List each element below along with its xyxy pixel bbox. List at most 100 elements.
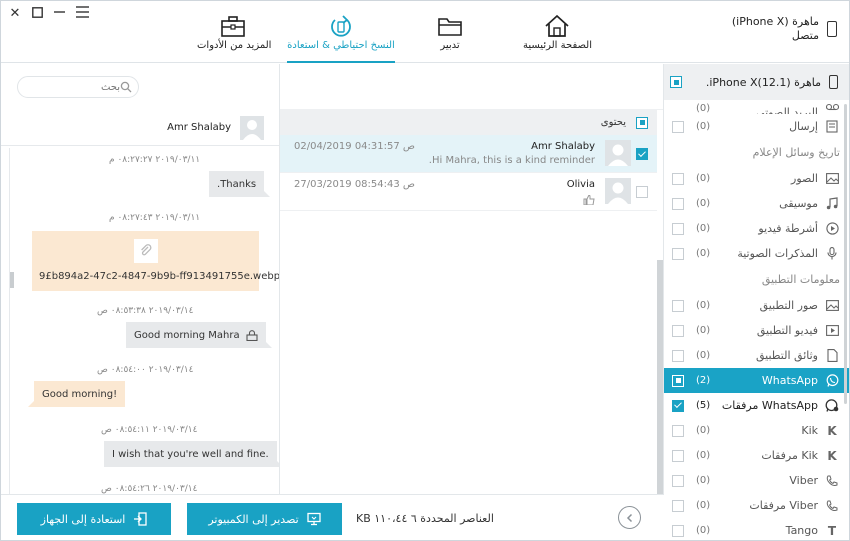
nav-home-label: الصفحة الرئيسية xyxy=(523,40,592,51)
nav-more-tools-label: المزيد من الأدوات xyxy=(197,40,272,51)
minimize-icon[interactable] xyxy=(51,6,67,22)
sidebar-item-app-photos[interactable]: صور التطبيق (0) xyxy=(664,293,849,318)
message-bubble-incoming: Thanks. xyxy=(209,171,271,197)
search-input[interactable] xyxy=(26,77,120,97)
kik-icon: K xyxy=(827,448,837,463)
avatar xyxy=(605,140,631,166)
export-to-computer-button[interactable]: تصدير إلى الكمبيوتر xyxy=(187,503,342,535)
sidebar-item-label: Viber xyxy=(789,474,818,487)
sidebar-item-checkbox[interactable] xyxy=(672,349,684,362)
chat-scrollbar[interactable] xyxy=(10,272,14,288)
sidebar-item-count: (0) xyxy=(696,450,711,461)
top-toolbar: ✕ المزيد من الأدوات النسخ احتياطي & استع… xyxy=(1,1,849,63)
viber-icon xyxy=(824,473,840,489)
conversation-checkbox[interactable] xyxy=(636,148,648,160)
select-all-checkbox[interactable] xyxy=(636,116,648,129)
sidebar-scrollbar[interactable] xyxy=(844,104,847,404)
conversation-item[interactable]: Olivia 27/03/2019 08:54:43 ص xyxy=(280,173,657,211)
sidebar-item-checkbox[interactable] xyxy=(672,374,684,387)
sidebar-item-label: الصور xyxy=(791,172,818,185)
sidebar-item-checkbox[interactable] xyxy=(672,499,684,512)
phone-icon xyxy=(829,75,838,89)
message-timestamp: ٢٠١٩/٠٣/١١ ٠٨:٢٧:٤٣ م xyxy=(109,213,201,223)
restore-to-device-button[interactable]: استعادة إلى الجهاز xyxy=(17,503,171,535)
sidebar-item-videos[interactable]: أشرطة فيديو (0) xyxy=(664,216,849,241)
app-window: ✕ المزيد من الأدوات النسخ احتياطي & استع… xyxy=(0,0,850,541)
sidebar-item-viber[interactable]: Viber (0) xyxy=(664,468,849,493)
sidebar-item-count: (0) xyxy=(696,350,711,361)
message-attachment[interactable]: 9£b894a2-47c2-4847-9b9b-ff913491755e.web… xyxy=(32,231,279,291)
sidebar-item-checkbox[interactable] xyxy=(672,449,684,462)
menu-icon[interactable] xyxy=(74,6,90,22)
nav-more-tools[interactable]: المزيد من الأدوات xyxy=(197,1,272,63)
sidebar-item-checkbox[interactable] xyxy=(672,399,684,412)
conversation-name: Amr Shalaby xyxy=(531,141,595,152)
chat-header: Amr Shalaby xyxy=(1,110,279,146)
avatar xyxy=(605,178,631,204)
sidebar-item-checkbox[interactable] xyxy=(672,247,684,260)
sidebar-item-label: البريد الصوتي xyxy=(756,106,818,114)
sidebar-item-checkbox[interactable] xyxy=(672,197,684,210)
sidebar-item-voicemail[interactable]: البريد الصوتي (0) xyxy=(664,100,849,114)
message-text: I wish that you're well and fine. xyxy=(112,448,269,460)
close-icon[interactable]: ✕ xyxy=(7,6,23,22)
sidebar-item-checkbox[interactable] xyxy=(672,424,684,437)
selection-summary: العناصر المحددة ٦ ١١٠،٤٤ KB xyxy=(356,512,494,525)
sidebar-item-photos[interactable]: الصور (0) xyxy=(664,166,849,191)
sidebar-item-voice-memos[interactable]: المذكرات الصوتية (0) xyxy=(664,241,849,266)
nav-manage[interactable]: تدبير xyxy=(431,1,469,63)
sidebar-item-whatsapp-attachments[interactable]: WhatsApp مرفقات (5) xyxy=(664,393,849,418)
back-button[interactable] xyxy=(618,506,641,529)
nav-backup-restore[interactable]: النسخ احتياطي & استعادة xyxy=(287,1,395,63)
sidebar-item-checkbox[interactable] xyxy=(672,474,684,487)
sidebar-item-checkbox[interactable] xyxy=(672,172,684,185)
conversation-item[interactable]: Amr Shalaby Hi Mahra, this is a kind rem… xyxy=(280,135,657,173)
sidebar-item-checkbox[interactable] xyxy=(672,299,684,312)
sidebar-item-checkbox[interactable] xyxy=(672,222,684,235)
sidebar-item-music[interactable]: موسيقى (0) xyxy=(664,191,849,216)
maximize-icon[interactable] xyxy=(29,6,45,22)
sidebar-item-app-documents[interactable]: وثائق التطبيق (0) xyxy=(664,343,849,368)
conversation-list: يحتوى Amr Shalaby Hi Mahra, this is a ki… xyxy=(280,64,664,494)
sidebar-item-count: (0) xyxy=(696,223,711,234)
device-checkbox[interactable] xyxy=(670,76,682,88)
conversation-time: 02/04/2019 04:31:57 ص xyxy=(294,141,415,152)
message-bubble-outgoing: Good morning! xyxy=(27,381,126,407)
sidebar-item-tango[interactable]: T Tango (0) xyxy=(664,518,849,540)
conversation-preview: Hi Mahra, this is a kind reminder. xyxy=(428,155,595,166)
sidebar-item-count: (0) xyxy=(696,121,711,132)
sidebar-item-label: Tango xyxy=(785,524,818,537)
sidebar-item-viber-attachments[interactable]: Viber مرفقات (0) xyxy=(664,493,849,518)
microphone-icon xyxy=(824,246,840,262)
category-sidebar: ماهرة (iPhone X(12.1. البريد الصوتي (0) … xyxy=(663,64,849,540)
sidebar-item-checkbox[interactable] xyxy=(672,324,684,337)
search-box[interactable] xyxy=(17,76,139,98)
photo-icon xyxy=(824,171,840,187)
toolbox-icon xyxy=(221,16,245,37)
sidebar-item-label: Kik مرفقات xyxy=(761,449,818,462)
conversation-name: Olivia xyxy=(566,179,595,190)
conversation-checkbox[interactable] xyxy=(636,186,648,198)
chat-contact-name: Amr Shalaby xyxy=(167,122,231,133)
sidebar-item-count: (0) xyxy=(696,300,711,311)
sidebar-item-kik[interactable]: K Kik (0) xyxy=(664,418,849,443)
send-icon xyxy=(824,119,840,135)
photo-icon xyxy=(824,298,840,314)
group-app-info: معلومات التطبيق xyxy=(761,273,840,286)
message-timestamp: ٢٠١٩/٠٣/١٤ ٠٨:٥٤:١١ ص xyxy=(101,425,198,435)
sidebar-item-label: صور التطبيق xyxy=(759,299,818,312)
tango-icon: T xyxy=(827,523,837,538)
restore-to-device-label: استعادة إلى الجهاز xyxy=(40,512,126,526)
backup-restore-icon xyxy=(331,15,351,37)
sidebar-item-whatsapp[interactable]: WhatsApp (2) xyxy=(664,368,849,393)
sidebar-item-checkbox[interactable] xyxy=(672,524,684,537)
device-tree-root[interactable]: ماهرة (iPhone X(12.1. xyxy=(664,64,849,100)
sidebar-item-kik-attachments[interactable]: K Kik مرفقات (0) xyxy=(664,443,849,468)
nav-home[interactable]: الصفحة الرئيسية xyxy=(523,1,592,63)
sidebar-item-count: (0) xyxy=(696,103,711,114)
kik-icon: K xyxy=(827,423,837,438)
sidebar-item-app-videos[interactable]: فيديو التطبيق (0) xyxy=(664,318,849,343)
sidebar-item-send[interactable]: إرسال (0) xyxy=(664,114,849,139)
sidebar-item-checkbox[interactable] xyxy=(672,120,684,133)
contacts-column-label: يحتوى xyxy=(600,117,626,128)
